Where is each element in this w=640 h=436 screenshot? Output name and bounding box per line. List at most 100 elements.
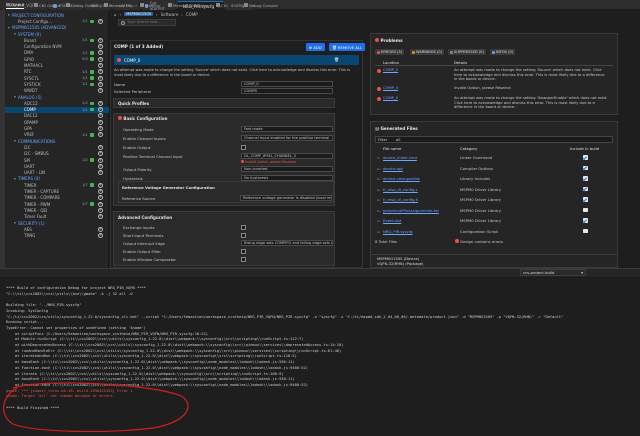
- config-field-select[interactable]: Non-inverted: [241, 166, 333, 173]
- tree-item-label: VREF: [24, 132, 35, 138]
- add-module-icon[interactable]: +: [98, 132, 103, 138]
- file-name-link[interactable]: Event.dot: [383, 218, 401, 223]
- add-module-icon[interactable]: +: [98, 201, 103, 207]
- include-in-build-checkbox[interactable]: [583, 165, 588, 171]
- add-module-icon[interactable]: +: [98, 189, 103, 195]
- add-module-icon[interactable]: +: [98, 214, 103, 220]
- remove-all-button[interactable]: 🗑 REMOVE ALL: [329, 43, 366, 51]
- problem-location-link[interactable]: COMP_0: [383, 68, 398, 72]
- add-module-icon[interactable]: +: [98, 157, 103, 163]
- add-module-icon[interactable]: +: [98, 37, 103, 43]
- add-module-icon[interactable]: +: [98, 207, 103, 213]
- config-checkbox[interactable]: [241, 257, 246, 262]
- problem-filter[interactable]: INFOS (0): [490, 49, 516, 55]
- chevron-down-icon[interactable]: ▾: [14, 32, 16, 36]
- problem-location-link[interactable]: COMP_0: [383, 96, 398, 100]
- file-name-link[interactable]: device_linker.cmd: [383, 155, 417, 160]
- add-module-icon[interactable]: +: [98, 163, 103, 169]
- name-input[interactable]: COMP_0: [241, 81, 333, 88]
- problem-filter[interactable]: SUPPRESSED (0): [448, 49, 486, 55]
- include-in-build-checkbox[interactable]: [583, 207, 588, 213]
- add-module-icon[interactable]: +: [98, 44, 103, 50]
- add-module-icon[interactable]: +: [98, 113, 103, 119]
- problem-row[interactable]: COMP_0 An attempt was made to change the …: [375, 96, 613, 113]
- bottom-tab[interactable]: CIO Output: [34, 1, 60, 9]
- add-module-icon[interactable]: +: [98, 151, 103, 157]
- include-in-build-checkbox[interactable]: [583, 197, 588, 202]
- include-in-build-checkbox[interactable]: [583, 176, 588, 181]
- include-in-build-checkbox[interactable]: [583, 186, 588, 192]
- bottom-tab[interactable]: Memory Map: [104, 1, 134, 9]
- ref-source-select[interactable]: Reference voltage generator is disabled …: [240, 195, 332, 202]
- file-filter-select[interactable]: Filter all: [375, 136, 613, 143]
- chevron-down-icon[interactable]: ▾: [8, 13, 10, 17]
- config-checkbox[interactable]: [241, 249, 246, 254]
- include-in-build-checkbox[interactable]: [583, 155, 588, 160]
- add-module-icon[interactable]: +: [98, 75, 103, 81]
- config-checkbox[interactable]: [241, 225, 246, 230]
- add-module-icon[interactable]: +: [98, 100, 103, 106]
- add-module-icon[interactable]: +: [98, 233, 103, 239]
- add-module-icon[interactable]: +: [98, 144, 103, 150]
- add-module-icon[interactable]: +: [98, 56, 103, 62]
- file-name-link[interactable]: peripheralPinAssignments.txt: [383, 208, 439, 213]
- bottom-tab[interactable]: Memory Allocation: [168, 1, 208, 9]
- tree-item-label: TIMER - PWM: [24, 201, 51, 207]
- problem-row[interactable]: COMP_0 Invalid Option, please Reselect: [375, 86, 613, 94]
- search-input[interactable]: Type search text...: [118, 19, 176, 26]
- peripheral-select[interactable]: COMP0: [241, 88, 333, 95]
- chevron-down-icon[interactable]: ▾: [14, 95, 16, 99]
- add-module-icon[interactable]: +: [98, 69, 103, 75]
- problem-filter[interactable]: ERRORS (3): [375, 49, 405, 55]
- file-name-link[interactable]: device.opt: [383, 166, 403, 171]
- advanced-config-header[interactable]: Advanced Configuration: [118, 215, 172, 220]
- tree-item[interactable]: TRNG +: [5, 233, 109, 239]
- problem-filter[interactable]: WARNINGS (0): [410, 49, 445, 55]
- add-module-icon[interactable]: +: [98, 170, 103, 176]
- add-module-icon[interactable]: +: [98, 226, 103, 232]
- instance-row[interactable]: COMP_0 🗑: [114, 55, 359, 65]
- basic-config-header[interactable]: Basic Configuration: [118, 116, 167, 121]
- home-icon[interactable]: ⌂: [114, 12, 117, 17]
- add-module-icon[interactable]: +: [98, 50, 103, 56]
- add-module-icon[interactable]: +: [98, 63, 103, 69]
- chevron-down-icon[interactable]: ▾: [14, 139, 16, 143]
- include-in-build-checkbox[interactable]: [583, 228, 588, 234]
- add-module-icon[interactable]: +: [98, 81, 103, 87]
- add-button[interactable]: ⊕ ADD: [306, 43, 325, 51]
- delete-instance-icon[interactable]: 🗑: [334, 57, 339, 62]
- config-field-select[interactable]: No hysteresis: [241, 175, 333, 182]
- add-module-icon[interactable]: +: [98, 88, 103, 94]
- file-name-link[interactable]: device.cmd.genlibs: [383, 176, 420, 181]
- bottom-tab[interactable]: CIO: [216, 1, 228, 9]
- config-checkbox[interactable]: [241, 233, 246, 238]
- add-module-icon[interactable]: +: [98, 195, 103, 201]
- close-icon[interactable]: ×: [135, 3, 138, 8]
- chevron-down-icon[interactable]: ▾: [14, 221, 16, 225]
- config-field-select[interactable]: Fast mode: [241, 126, 333, 133]
- add-module-icon[interactable]: +: [98, 126, 103, 132]
- add-module-icon[interactable]: +: [98, 119, 103, 125]
- file-name-link[interactable]: ti_msp_dl_config.c: [383, 187, 418, 192]
- chevron-down-icon[interactable]: ▾: [14, 177, 16, 181]
- bottom-tab[interactable]: Debug Console: [244, 1, 278, 9]
- config-field-select[interactable]: Channel Input enabled for the positive t…: [241, 135, 333, 142]
- config-field-select[interactable]: Rising edge sets COMPIFG and falling edg…: [241, 240, 333, 247]
- add-module-icon[interactable]: +: [98, 18, 103, 24]
- chevron-down-icon[interactable]: ▾: [8, 26, 10, 30]
- include-in-build-checkbox[interactable]: [583, 218, 588, 223]
- file-name-link[interactable]: ti_msp_dl_config.h: [383, 197, 418, 202]
- build-select[interactable]: ccs-project-build ▾: [520, 269, 586, 276]
- config-field-select[interactable]: DL_COMP_IPSEL_CHANNEL_0: [241, 153, 333, 160]
- add-module-icon[interactable]: +: [98, 107, 103, 113]
- problem-location-link[interactable]: COMP_0: [383, 86, 398, 90]
- file-name-link[interactable]: NRG_PIR.syscfg: [383, 229, 412, 234]
- bottom-tab[interactable]: Output: [6, 1, 25, 9]
- bottom-tab[interactable]: Memory: [140, 1, 160, 9]
- device-badge[interactable]: MSPM0G1505: [124, 12, 154, 16]
- bottom-tab[interactable]: Debug Output: [66, 1, 98, 9]
- problem-row[interactable]: COMP_0 An attempt was made to change the …: [375, 68, 613, 85]
- breadcrumb-software[interactable]: Software: [161, 12, 179, 17]
- config-checkbox[interactable]: [241, 145, 246, 150]
- add-module-icon[interactable]: +: [98, 182, 103, 188]
